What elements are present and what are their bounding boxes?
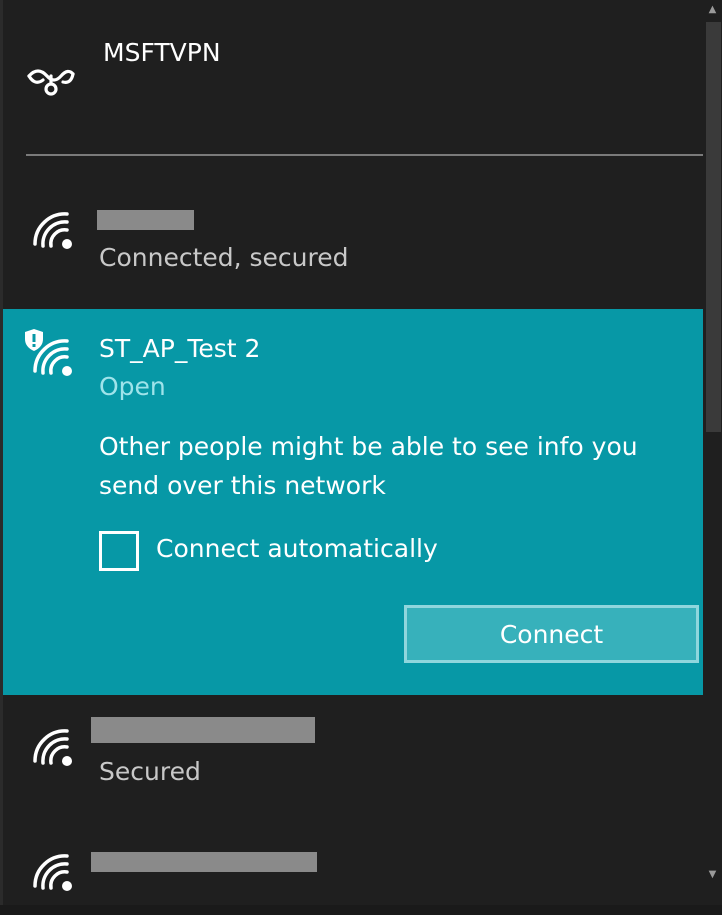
wifi-shield-icon	[33, 339, 72, 376]
network-status: Connected, secured	[99, 243, 349, 272]
redacted-network-name	[91, 717, 315, 743]
network-name: ST_AP_Test 2	[99, 334, 261, 363]
network-item[interactable]	[3, 840, 703, 915]
network-status: Open	[99, 372, 166, 401]
security-warning: Other people might be able to see info y…	[99, 432, 638, 500]
scroll-up-arrow-icon[interactable]: ▲	[703, 0, 722, 20]
connect-button[interactable]: Connect	[404, 605, 699, 663]
connect-automatically-checkbox[interactable]	[99, 531, 139, 571]
network-item[interactable]: Secured	[3, 705, 703, 815]
redacted-network-name	[97, 210, 194, 230]
scrollbar[interactable]: ▲ ▼	[703, 0, 722, 915]
window-frame-bottom	[0, 905, 722, 915]
vpn-connection-item[interactable]: MSFTVPN	[3, 0, 703, 150]
network-status: Secured	[99, 757, 201, 786]
scroll-down-arrow-icon[interactable]: ▼	[703, 865, 722, 885]
wifi-icon	[33, 212, 72, 249]
connect-automatically-label[interactable]: Connect automatically	[156, 534, 438, 563]
redacted-network-name	[91, 852, 317, 872]
wifi-icon	[33, 729, 72, 766]
vpn-link-icon	[27, 69, 75, 96]
network-flyout: MSFTVPN Connected, secured ST_AP_Test 2 …	[3, 0, 707, 915]
network-item-selected[interactable]: ST_AP_Test 2 Open Other people might be …	[3, 309, 703, 695]
divider	[26, 154, 707, 156]
network-item-connected[interactable]: Connected, secured	[3, 195, 703, 305]
wifi-icon	[33, 854, 72, 891]
scrollbar-thumb[interactable]	[706, 22, 721, 432]
vpn-name: MSFTVPN	[103, 38, 221, 67]
